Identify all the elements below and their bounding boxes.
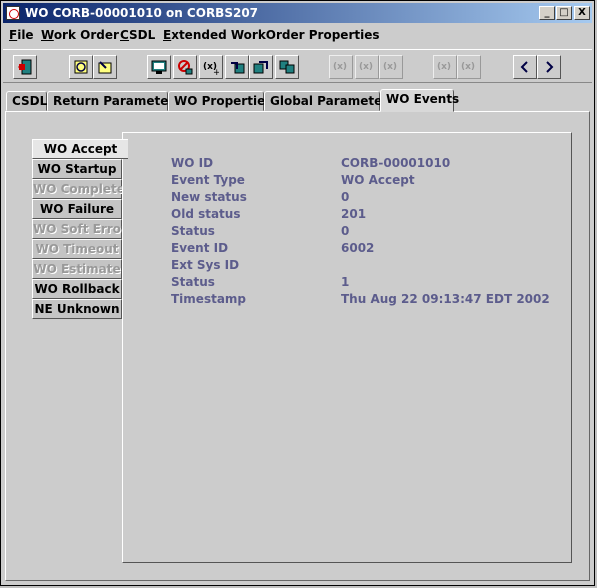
application-window: WO CORB-00001010 on CORBS207 _ □ X File … (0, 0, 595, 586)
main-tabs: CSDL Return Parameters WO Properties Glo… (3, 89, 592, 112)
menu-work-order-label: ork Order (53, 28, 119, 42)
close-button[interactable]: X (574, 6, 590, 20)
detail-value-event-id: 6002 (341, 241, 375, 255)
event-tab-wo-soft-error[interactable]: WO Soft Error (32, 219, 127, 239)
menu-file-label: ile (17, 28, 34, 42)
edit-button[interactable] (93, 55, 117, 79)
menu-work-order-mnemonic: W (41, 28, 54, 42)
event-tab-wo-estimate[interactable]: WO Estimate (32, 259, 122, 279)
title-bar[interactable]: WO CORB-00001010 on CORBS207 _ □ X (3, 3, 592, 23)
view-button[interactable] (147, 55, 171, 79)
menu-csdl[interactable]: CSDL (120, 28, 155, 42)
svg-text:(x): (x) (383, 62, 397, 72)
svg-text:(x): (x) (333, 62, 347, 72)
event-tab-wo-complete[interactable]: WO Complete (32, 179, 125, 199)
transfer-icon (279, 60, 295, 74)
toolbar: (x) + (x) (x) (x) (x) (x) (3, 49, 592, 83)
app-icon (6, 6, 20, 20)
menu-csdl-mnemonic: C (120, 28, 130, 42)
detail-label-ext-sys-id: Ext Sys ID (171, 258, 240, 272)
variable-add-button[interactable]: (x) (433, 55, 457, 79)
variable-check-icon: (x) (359, 62, 373, 72)
variable-delete-icon: (x) (461, 62, 475, 72)
detail-label-status-2: Status (171, 275, 215, 289)
tab-wo-properties[interactable]: WO Properties (168, 91, 272, 111)
transfer-button[interactable] (275, 55, 299, 79)
variable-check-button[interactable]: (x) (355, 55, 379, 79)
event-tab-wo-startup[interactable]: WO Startup (32, 159, 122, 179)
detail-label-event-id: Event ID (171, 241, 229, 255)
previous-icon (520, 61, 528, 73)
menu-file[interactable]: File (9, 28, 34, 42)
menu-bar: File Work Order CSDL Extended WorkOrder … (3, 25, 592, 45)
variable-minus-button[interactable]: (x) (379, 55, 403, 79)
detail-value-new-status: 0 (341, 190, 350, 204)
variable-delete-button[interactable]: (x) (457, 55, 481, 79)
detail-label-event-type: Event Type (171, 173, 245, 187)
tab-content: WO Accept WO Startup WO Complete WO Fail… (5, 111, 590, 581)
event-tab-wo-timeout[interactable]: WO Timeout (32, 239, 122, 259)
svg-text:+: + (213, 68, 219, 75)
menu-extended-mnemonic: E (163, 28, 172, 42)
event-tab-wo-failure[interactable]: WO Failure (32, 199, 122, 219)
import-button[interactable] (225, 55, 249, 79)
variable-plus-icon: (x) (333, 62, 347, 72)
tab-wo-events[interactable]: WO Events (380, 89, 459, 112)
svg-text:(x): (x) (461, 62, 475, 72)
refresh-icon (74, 60, 88, 74)
exit-icon (18, 59, 32, 75)
detail-value-event-type: WO Accept (341, 173, 415, 187)
next-icon (546, 61, 554, 73)
view-icon (151, 60, 167, 74)
add-variable-icon: (x)+ (203, 62, 219, 75)
export-icon (253, 61, 268, 74)
tab-return-parameters[interactable]: Return Parameters (47, 91, 181, 111)
detail-value-status-2: 1 (341, 275, 350, 289)
menu-extended-properties[interactable]: Extended WorkOrder Properties (163, 28, 380, 42)
event-details-panel: WO ID CORB-00001010 Event Type WO Accept… (122, 132, 572, 563)
stop-icon (178, 60, 193, 75)
variable-plus-button[interactable]: (x) (329, 55, 353, 79)
event-tab-wo-accept[interactable]: WO Accept (32, 139, 128, 159)
exit-button[interactable] (13, 55, 37, 79)
variable-minus-icon: (x) (383, 62, 397, 72)
stop-button[interactable] (173, 55, 197, 79)
detail-label-new-status: New status (171, 190, 247, 204)
detail-label-wo-id: WO ID (171, 156, 214, 170)
detail-value-status: 0 (341, 224, 350, 238)
detail-label-timestamp: Timestamp (171, 292, 247, 306)
detail-label-status: Status (171, 224, 215, 238)
add-variable-button[interactable]: (x) + (199, 55, 223, 79)
detail-value-wo-id: CORB-00001010 (341, 156, 451, 170)
variable-add-icon: (x) (437, 62, 451, 72)
maximize-button[interactable]: □ (556, 6, 572, 20)
detail-value-timestamp: Thu Aug 22 09:13:47 EDT 2002 (341, 292, 550, 306)
svg-text:(x): (x) (359, 62, 373, 72)
event-tab-wo-rollback[interactable]: WO Rollback (32, 279, 122, 299)
event-tab-ne-unknown[interactable]: NE Unknown (32, 299, 122, 319)
tab-global-parameters[interactable]: Global Parameters (264, 91, 395, 111)
edit-icon (98, 61, 112, 74)
import-icon (231, 62, 245, 74)
window-title: WO CORB-00001010 on CORBS207 (25, 6, 259, 20)
export-button[interactable] (249, 55, 273, 79)
previous-button[interactable] (513, 55, 537, 79)
menu-extended-label: xtended WorkOrder Properties (171, 28, 380, 42)
tab-csdl[interactable]: CSDL (6, 91, 47, 111)
refresh-button[interactable] (69, 55, 93, 79)
minimize-button[interactable]: _ (539, 6, 555, 20)
menu-work-order[interactable]: Work Order (41, 28, 119, 42)
detail-value-old-status: 201 (341, 207, 367, 221)
menu-file-mnemonic: F (9, 28, 18, 42)
detail-label-old-status: Old status (171, 207, 241, 221)
svg-text:(x): (x) (437, 62, 451, 72)
next-button[interactable] (537, 55, 561, 79)
menu-csdl-label: SDL (129, 28, 156, 42)
